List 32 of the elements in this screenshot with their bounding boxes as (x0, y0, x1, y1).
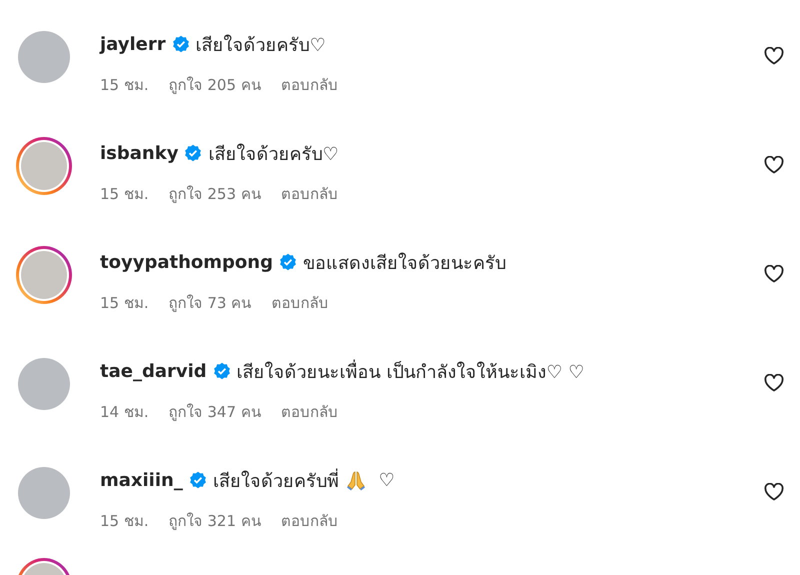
likes-count[interactable]: ถูกใจ 253 คน (168, 182, 261, 206)
like-heart-icon[interactable] (764, 483, 784, 501)
comment-text: เสียใจด้วยนะเพื่อน เป็นกำลังใจให้นะเมิง♡ ♡ (236, 358, 584, 384)
comment-time: 15 ชม. (100, 511, 149, 532)
comment-text: เสียใจด้วยครับพี่ (212, 468, 339, 494)
username-link[interactable]: tae_darvid (100, 360, 207, 382)
comment-time: 15 ชม. (100, 75, 149, 96)
comment-text: เสียใจด้วยครับ♡ (196, 34, 326, 58)
reply-link[interactable]: ตอบกลับ (271, 291, 328, 315)
username-link[interactable]: toyypathompong (100, 252, 273, 272)
comment-text: ขอแสดงเสียใจด้วยนะครับ (302, 252, 506, 276)
username-link[interactable]: isbanky (100, 142, 178, 164)
reply-link[interactable]: ตอบกลับ (280, 73, 338, 97)
comment-text: ♡ (378, 470, 395, 490)
comment-time: 14 ชม. (100, 402, 149, 423)
like-heart-icon[interactable] (764, 47, 784, 65)
likes-count[interactable]: ถูกใจ 205 คน (168, 73, 261, 97)
username-link[interactable]: jaylerr (100, 34, 166, 54)
like-heart-icon[interactable] (764, 156, 784, 174)
like-heart-icon[interactable] (764, 374, 784, 392)
likes-count[interactable]: ถูกใจ 347 คน (168, 400, 261, 424)
comment-time: 15 ชม. (100, 293, 149, 314)
reply-link[interactable]: ตอบกลับ (280, 400, 338, 424)
like-heart-icon[interactable] (764, 265, 784, 283)
comment-time: 15 ชม. (100, 184, 149, 205)
reply-link[interactable]: ตอบกลับ (280, 509, 338, 533)
username-link[interactable]: maxiiin_ (100, 470, 183, 490)
praying-hands-icon (344, 469, 367, 491)
comment-text: เสียใจด้วยครับ♡ (208, 142, 339, 166)
likes-count[interactable]: ถูกใจ 73 คน (168, 291, 252, 315)
likes-count[interactable]: ถูกใจ 321 คน (168, 509, 261, 533)
reply-link[interactable]: ตอบกลับ (280, 182, 338, 206)
